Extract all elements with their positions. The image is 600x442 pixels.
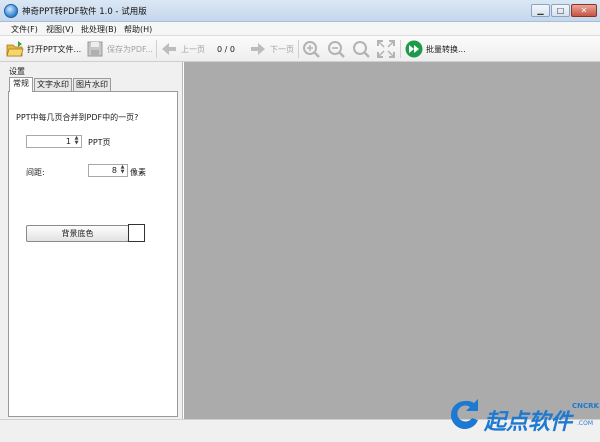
settings-title: 设置: [9, 67, 25, 76]
menu-bar: 文件(F) 视图(V) 批处理(B) 帮助(H): [0, 22, 600, 36]
watermark-brand: 起点软件: [484, 410, 573, 435]
tab-text-watermark[interactable]: 文字水印: [34, 78, 72, 91]
menu-batch[interactable]: 批处理(B): [81, 24, 117, 35]
magnifier-icon: [353, 41, 370, 58]
pages-unit-label: PPT页: [88, 138, 111, 147]
zoom-in-icon: [303, 41, 320, 58]
spin-arrows-icon[interactable]: ▲ ▼: [73, 136, 80, 147]
save-pdf-button[interactable]: 保存为PDF...: [86, 39, 153, 59]
toolbar-separator: [400, 40, 401, 58]
pages-per-sheet-stepper[interactable]: 1 ▲ ▼: [26, 135, 82, 148]
page-counter: 0 / 0: [217, 44, 235, 54]
menu-file[interactable]: 文件(F): [11, 24, 38, 35]
spacing-value: 8: [111, 166, 117, 175]
spin-arrows-icon[interactable]: ▲ ▼: [119, 165, 126, 176]
tab-general[interactable]: 常规: [9, 77, 33, 92]
fullscreen-icon: [377, 40, 395, 58]
watermark-sub: CNCRK: [572, 402, 599, 410]
folder-open-icon: [6, 41, 24, 57]
zoom-out-button[interactable]: [327, 39, 348, 59]
prev-page-button[interactable]: 上一页: [160, 39, 205, 59]
general-settings: PPT中每几页合并到PDF中的一页? 1 ▲ ▼ PPT页 间距: 8 ▲ ▼ 像素…: [8, 91, 178, 417]
toolbar-separator: [298, 40, 299, 58]
merge-pages-question: PPT中每几页合并到PDF中的一页?: [16, 113, 139, 122]
fast-forward-icon: [405, 40, 423, 58]
toolbar-separator: [156, 40, 157, 58]
watermark-logo: 起点软件 CNCRK .COM: [444, 396, 600, 442]
fit-page-button[interactable]: [377, 39, 398, 59]
batch-convert-button[interactable]: 批量转换...: [405, 39, 466, 59]
watermark-domain: .COM: [577, 420, 593, 427]
brand-logo-icon: [450, 399, 478, 429]
batch-convert-label: 批量转换...: [426, 44, 466, 54]
window-title: 神奇PPT转PDF软件 1.0 - 试用版: [22, 7, 147, 17]
app-icon: [4, 4, 18, 18]
toolbar: 打开PPT文件... 保存为PDF... 上一页 0 / 0 下一页 批量转换.…: [0, 36, 600, 62]
settings-panel: 设置 常规 文字水印 图片水印 PPT中每几页合并到PDF中的一页? 1 ▲ ▼ …: [0, 62, 183, 419]
zoom-actual-button[interactable]: [352, 39, 373, 59]
tab-image-watermark[interactable]: 图片水印: [73, 78, 111, 91]
arrow-right-icon: [251, 43, 265, 55]
close-button[interactable]: ✕: [571, 4, 597, 17]
title-bar: 神奇PPT转PDF软件 1.0 - 试用版 ▁ □ ✕: [0, 0, 600, 22]
next-page-label: 下一页: [270, 44, 294, 54]
zoom-in-button[interactable]: [302, 39, 323, 59]
spacing-unit-label: 像素: [130, 168, 146, 177]
open-ppt-button[interactable]: 打开PPT文件...: [6, 39, 81, 59]
maximize-button[interactable]: □: [551, 4, 570, 17]
menu-help[interactable]: 帮助(H): [124, 24, 152, 35]
minimize-button[interactable]: ▁: [531, 4, 550, 17]
prev-page-label: 上一页: [181, 44, 205, 54]
background-color-swatch[interactable]: [128, 224, 145, 242]
zoom-out-icon: [328, 41, 345, 58]
save-disk-icon: [87, 41, 103, 57]
preview-area[interactable]: [184, 62, 600, 419]
pages-per-sheet-value: 1: [65, 137, 71, 146]
background-color-button[interactable]: 背景底色: [26, 225, 129, 242]
spacing-label: 间距:: [26, 168, 45, 177]
spacing-stepper[interactable]: 8 ▲ ▼: [88, 164, 128, 177]
arrow-left-icon: [162, 43, 176, 55]
next-page-button[interactable]: 下一页: [249, 39, 294, 59]
save-pdf-label: 保存为PDF...: [107, 44, 153, 54]
open-ppt-label: 打开PPT文件...: [27, 44, 82, 54]
menu-view[interactable]: 视图(V): [46, 24, 74, 35]
